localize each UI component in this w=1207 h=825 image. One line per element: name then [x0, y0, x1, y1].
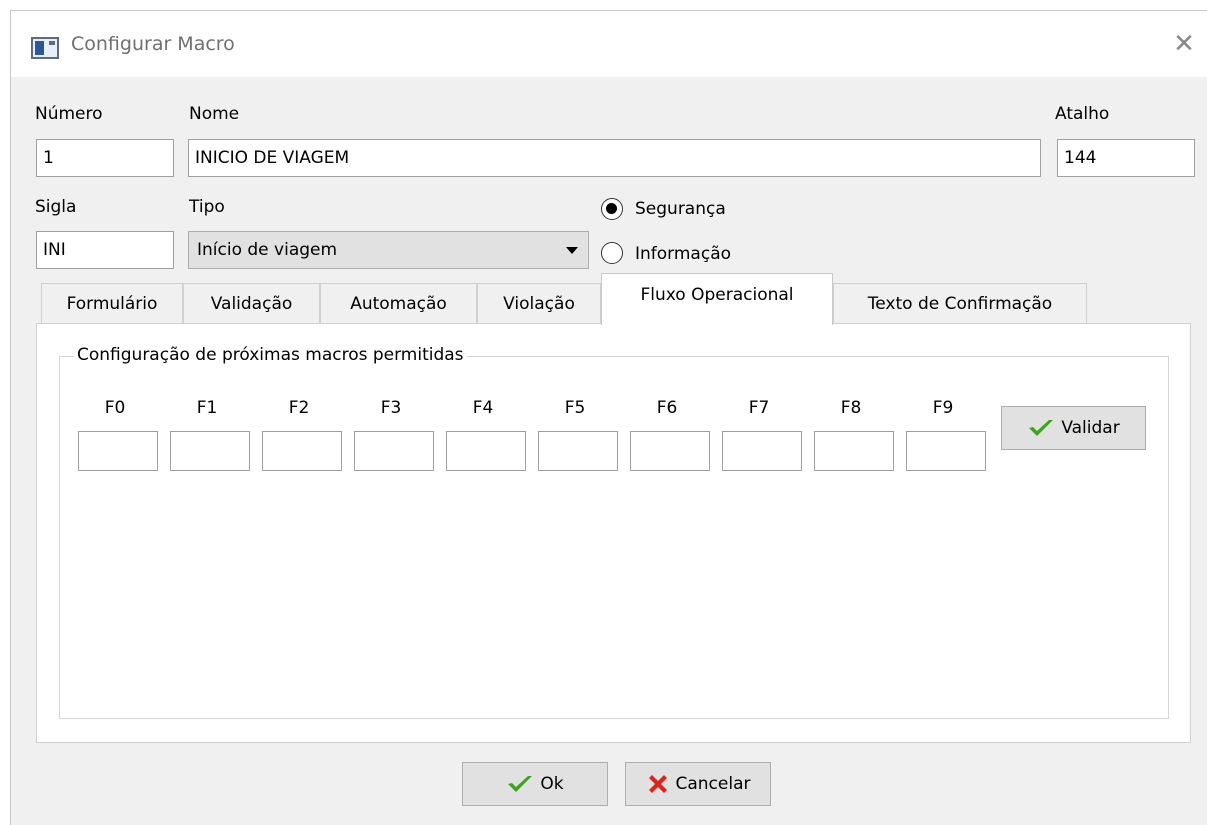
f0-label: F0 — [104, 398, 126, 418]
dropdown-arrow-icon — [566, 247, 578, 254]
f1-field[interactable] — [170, 431, 250, 471]
f8-field[interactable] — [814, 431, 894, 471]
check-icon — [508, 776, 533, 792]
f0-field[interactable] — [78, 431, 158, 471]
radio-informacao-label: Informação — [635, 244, 732, 264]
proximas-macros-group: Configuração de próximas macros permitid… — [59, 345, 1169, 719]
f2-field[interactable] — [262, 431, 342, 471]
radio-informacao[interactable] — [601, 242, 623, 264]
validar-label: Validar — [1061, 418, 1120, 438]
radio-seguranca-label: Segurança — [635, 199, 726, 219]
ok-label: Ok — [540, 774, 564, 794]
f6-label: F6 — [656, 398, 678, 418]
f4-label: F4 — [472, 398, 494, 418]
f9-label: F9 — [932, 398, 954, 418]
tipo-label: Tipo — [189, 197, 225, 217]
radio-seguranca[interactable] — [601, 198, 623, 220]
fluxo-operacional-panel: Configuração de próximas macros permitid… — [36, 323, 1191, 743]
atalho-field[interactable]: 144 — [1057, 139, 1195, 177]
f6-field[interactable] — [630, 431, 710, 471]
check-icon — [1029, 420, 1054, 436]
f1-label: F1 — [196, 398, 218, 418]
title-bar: Configurar Macro ✕ — [11, 11, 1207, 77]
numero-field[interactable]: 1 — [36, 139, 174, 177]
tab-fluxo-operacional[interactable]: Fluxo Operacional — [601, 273, 833, 325]
ok-button[interactable]: Ok — [462, 762, 608, 806]
sigla-label: Sigla — [35, 197, 77, 217]
f7-label: F7 — [748, 398, 770, 418]
cancelar-button[interactable]: Cancelar — [625, 762, 771, 806]
nome-label: Nome — [189, 104, 240, 124]
f4-field[interactable] — [446, 431, 526, 471]
group-title: Configuração de próximas macros permitid… — [74, 345, 467, 365]
x-icon — [648, 775, 667, 793]
numero-label: Número — [35, 104, 103, 124]
tipo-select[interactable]: Início de viagem — [188, 231, 589, 269]
window-icon — [31, 37, 59, 59]
f2-label: F2 — [288, 398, 310, 418]
tab-texto-confirmacao[interactable]: Texto de Confirmação — [833, 283, 1087, 324]
tab-automacao[interactable]: Automação — [320, 283, 477, 324]
tipo-select-value: Início de viagem — [197, 240, 338, 260]
sigla-field[interactable]: INI — [36, 231, 174, 269]
tab-validacao[interactable]: Validação — [183, 283, 320, 324]
f3-field[interactable] — [354, 431, 434, 471]
tab-formulario[interactable]: Formulário — [41, 283, 183, 324]
f9-field[interactable] — [906, 431, 986, 471]
close-icon[interactable]: ✕ — [1167, 29, 1201, 63]
validar-button[interactable]: Validar — [1001, 406, 1146, 450]
window-title: Configurar Macro — [71, 33, 235, 55]
cancelar-label: Cancelar — [675, 774, 751, 794]
configurar-macro-dialog: Configurar Macro ✕ Número Nome Atalho 1 … — [10, 10, 1207, 825]
f8-label: F8 — [840, 398, 862, 418]
atalho-label: Atalho — [1055, 104, 1110, 124]
f5-field[interactable] — [538, 431, 618, 471]
nome-field[interactable]: INICIO DE VIAGEM — [188, 139, 1041, 177]
f5-label: F5 — [564, 398, 586, 418]
f3-label: F3 — [380, 398, 402, 418]
f7-field[interactable] — [722, 431, 802, 471]
tab-violacao[interactable]: Violação — [477, 283, 601, 324]
